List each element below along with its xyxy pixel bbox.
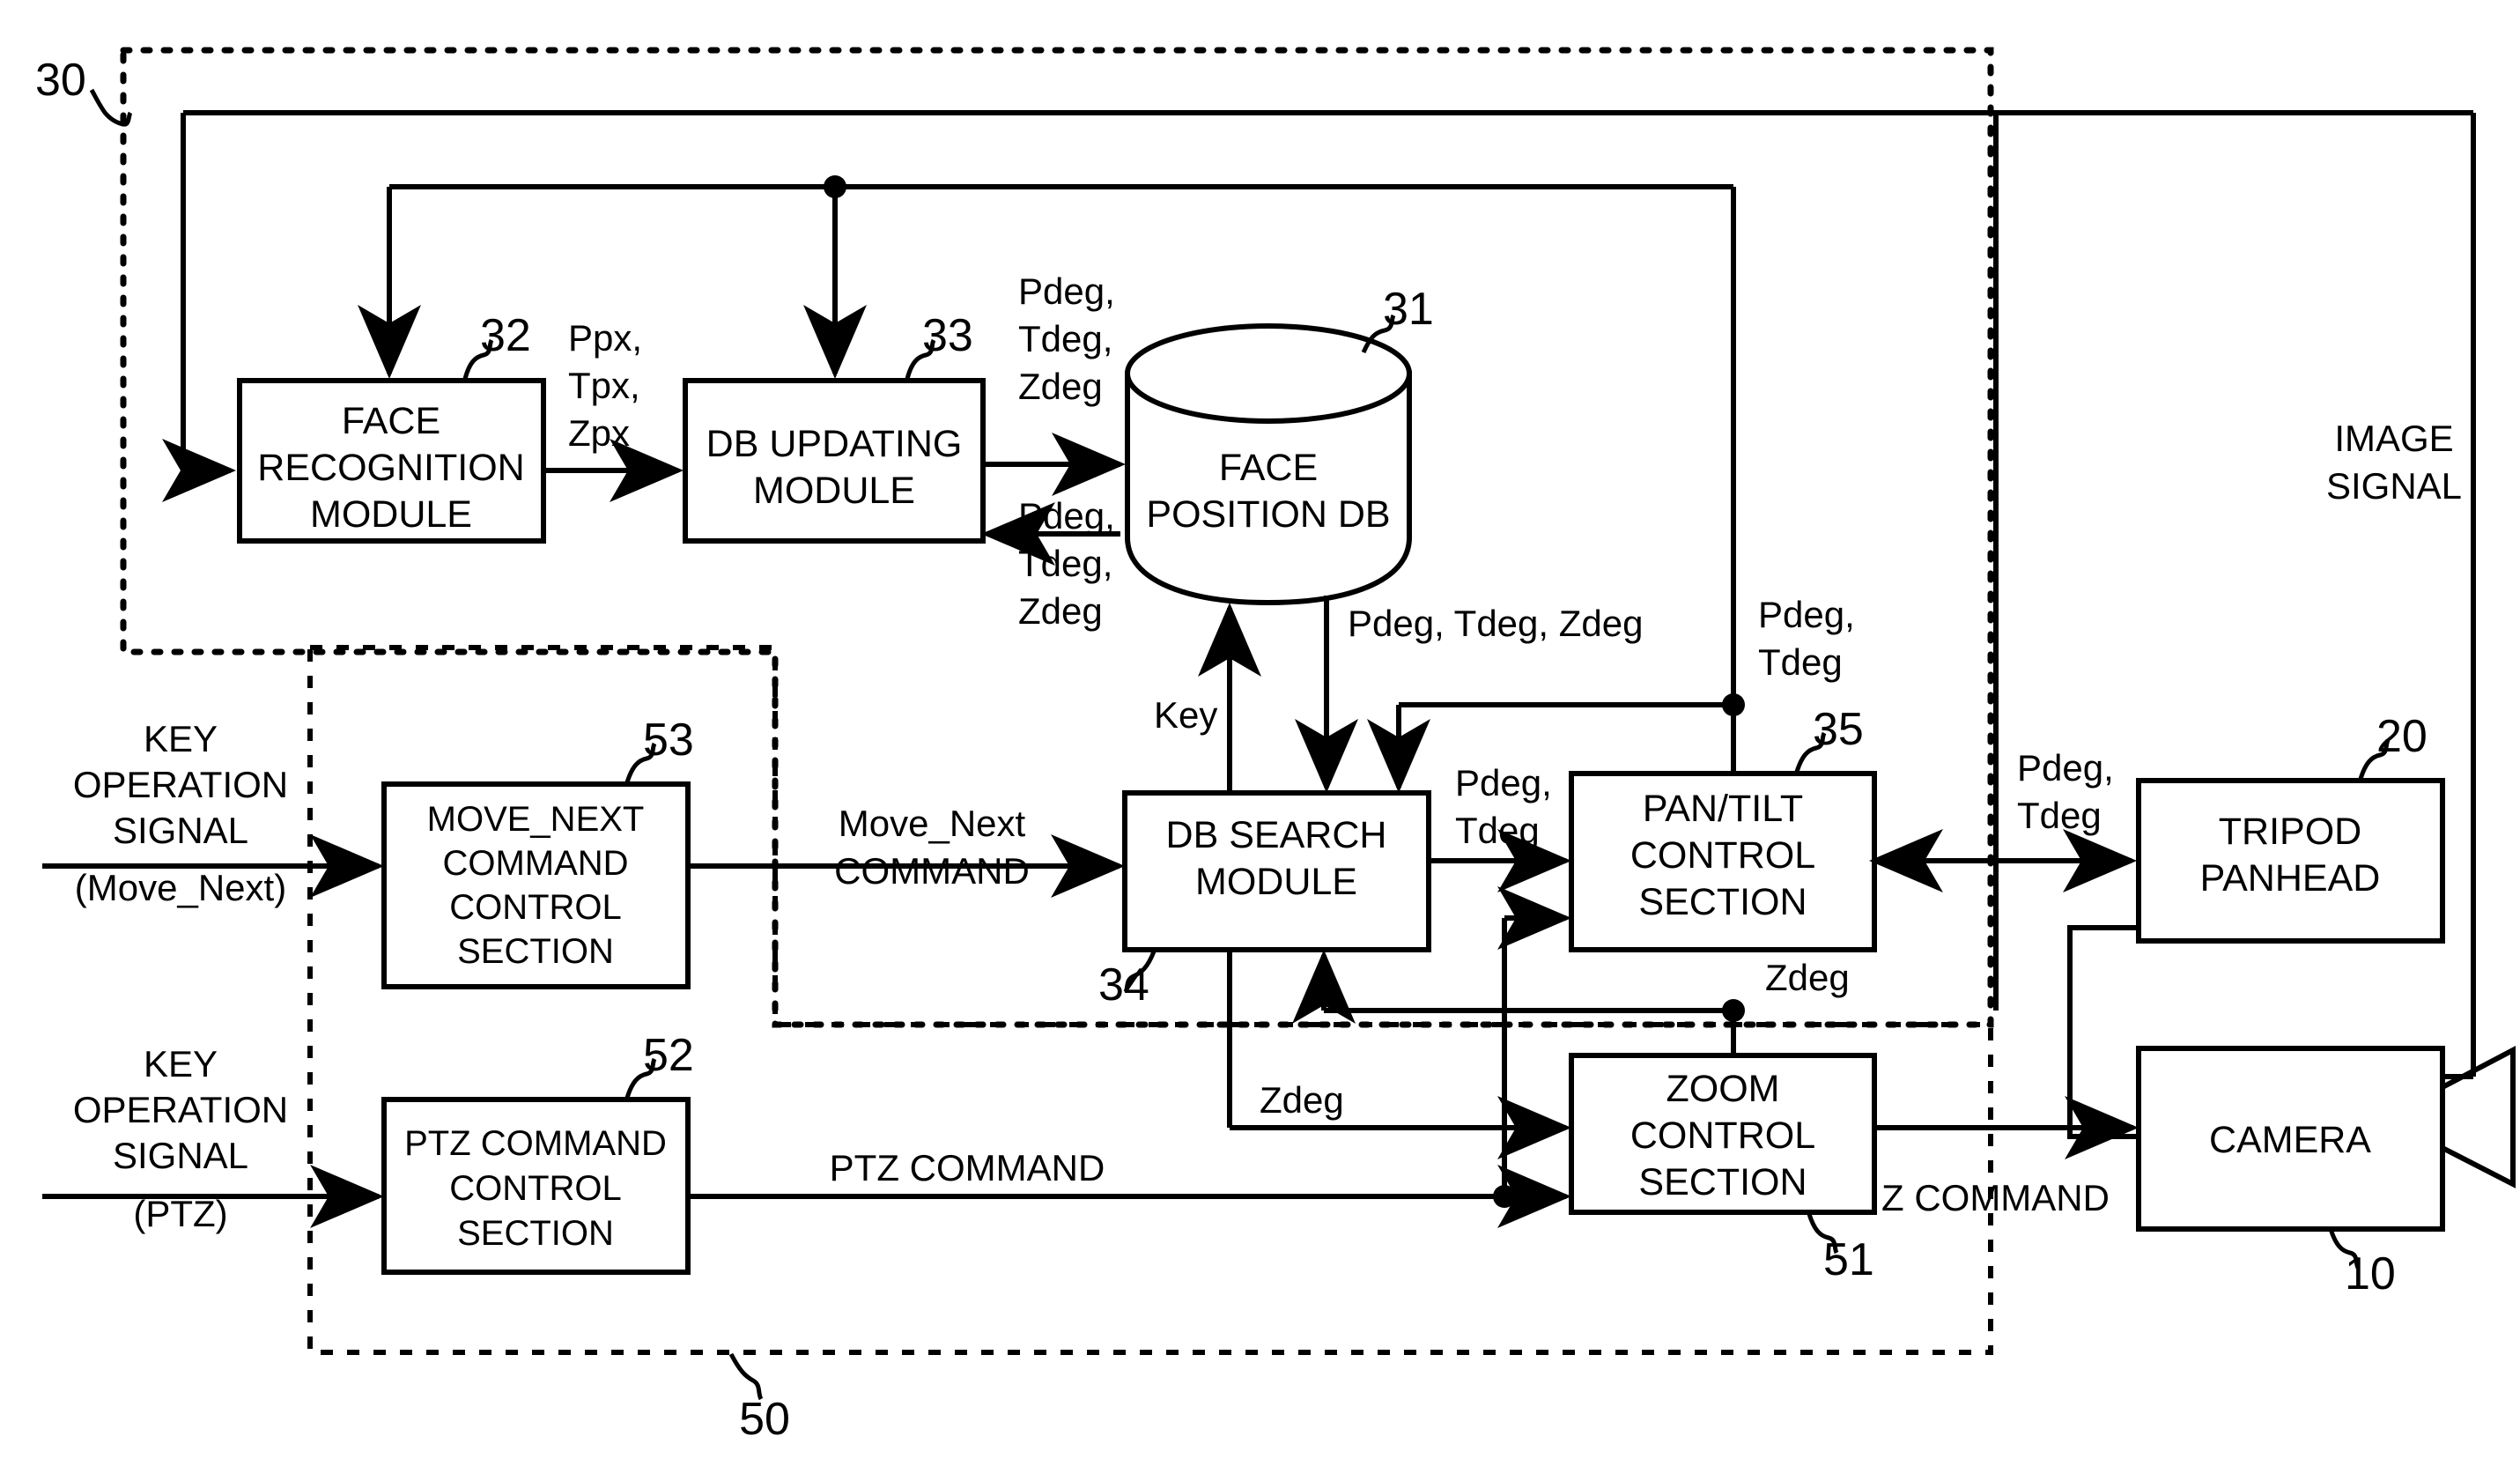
numeral-33: 33 [922, 310, 973, 361]
face-position-db-line2: POSITION DB [1146, 493, 1390, 536]
wire-ptz-to-pantilt [1497, 886, 1571, 1196]
pan-tilt-line1: PAN/TILT [1643, 788, 1803, 830]
db-updating-line2: MODULE [753, 470, 915, 512]
label-read-zdeg: Zdeg [1018, 590, 1103, 632]
numeral-30: 30 [35, 55, 86, 106]
face-recognition-line3: MODULE [310, 493, 472, 536]
key-op-ptz-line3: SIGNAL [113, 1135, 248, 1176]
label-image-signal-line2: SIGNAL [2326, 465, 2462, 507]
zoom-line3: SECTION [1638, 1161, 1807, 1203]
label-zdeg-left: Zdeg [1260, 1079, 1344, 1121]
label-tpx: Tpx, [568, 365, 640, 406]
numeral-52: 52 [643, 1030, 694, 1081]
numeral-31: 31 [1383, 284, 1434, 335]
ptz-line2: CONTROL [449, 1169, 622, 1208]
label-write-tdeg: Tdeg, [1018, 318, 1112, 359]
label-zdeg-right: Zdeg [1765, 957, 1850, 998]
move-next-line3: CONTROL [449, 888, 622, 927]
key-op-ptz-line2: OPERATION [73, 1089, 288, 1130]
zoom-line1: ZOOM [1666, 1068, 1780, 1110]
camera-label: CAMERA [2209, 1119, 2371, 1161]
db-search-line1: DB SEARCH [1166, 814, 1387, 856]
label-read-tdeg: Tdeg, [1018, 543, 1112, 584]
leader-50 [728, 1352, 764, 1401]
label-move-next-cmd-2: COMMAND [834, 850, 1030, 892]
label-ptz-command: PTZ COMMAND [830, 1147, 1105, 1188]
key-op-ptz-line1: KEY [144, 1043, 218, 1085]
face-position-db-line1: FACE [1219, 447, 1318, 489]
face-recognition-line1: FACE [342, 400, 440, 442]
move-next-line2: COMMAND [442, 844, 628, 883]
zoom-line2: CONTROL [1630, 1114, 1815, 1157]
tripod-line2: PANHEAD [2200, 857, 2381, 900]
numeral-34: 34 [1098, 959, 1149, 1011]
key-op-mn-line2: OPERATION [73, 764, 288, 805]
label-panhead-tdeg: Tdeg [2017, 795, 2102, 836]
camera-lens-icon [2441, 1046, 2516, 1188]
label-search-out-tdeg: Tdeg [1455, 810, 1540, 851]
numeral-10: 10 [2345, 1248, 2396, 1299]
label-zpx: Zpx [568, 412, 630, 454]
figure-canvas: 30 IMAGE SIGNAL FACE RECOGNITION MODULE … [0, 0, 2520, 1466]
wire-zdeg-to-dbsearch [1292, 950, 1745, 1024]
numeral-53: 53 [643, 714, 694, 766]
label-image-signal-line1: IMAGE [2334, 418, 2453, 459]
label-write-pdeg: Pdeg, [1018, 270, 1115, 312]
label-key: Key [1154, 694, 1217, 736]
wire-panhead-camera-link [2067, 925, 2139, 1139]
numeral-51: 51 [1823, 1234, 1874, 1285]
key-op-ptz-line4: (PTZ) [133, 1193, 227, 1234]
wire-pantilt-feedback-top [358, 175, 1736, 775]
db-search-line2: MODULE [1195, 861, 1357, 903]
numeral-32: 32 [480, 310, 531, 361]
numeral-20: 20 [2376, 711, 2428, 762]
key-op-mn-line4: (Move_Next) [75, 867, 286, 908]
ptz-line1: PTZ COMMAND [404, 1124, 667, 1163]
junction-dot-pantilt [1722, 693, 1745, 716]
label-z-command: Z COMMAND [1881, 1177, 2110, 1218]
label-move-next-cmd-1: Move_Next [839, 803, 1026, 844]
move-next-line1: MOVE_NEXT [427, 800, 645, 839]
tripod-line1: TRIPOD [2219, 811, 2361, 853]
label-pantilt-fb-tdeg: Tdeg [1758, 641, 1843, 683]
label-write-zdeg: Zdeg [1018, 366, 1103, 407]
ptz-line3: SECTION [457, 1214, 614, 1253]
wire-pantilt-panhead [1869, 113, 2137, 1011]
key-op-mn-line1: KEY [144, 718, 218, 759]
junction-dot-top [824, 175, 846, 198]
numeral-50: 50 [739, 1394, 790, 1445]
label-read-pdeg: Pdeg, [1018, 495, 1115, 537]
label-db-out: Pdeg, Tdeg, Zdeg [1348, 603, 1643, 644]
label-panhead-pdeg: Pdeg, [2017, 747, 2114, 789]
db-updating-line1: DB UPDATING [706, 423, 963, 465]
label-pantilt-fb-pdeg: Pdeg, [1758, 594, 1855, 635]
face-recognition-line2: RECOGNITION [257, 447, 524, 489]
label-search-out-pdeg: Pdeg, [1455, 762, 1552, 803]
numeral-35: 35 [1813, 704, 1864, 755]
label-ppx: Ppx, [568, 317, 642, 359]
pan-tilt-line3: SECTION [1638, 881, 1807, 923]
key-op-mn-line3: SIGNAL [113, 810, 248, 851]
move-next-line4: SECTION [457, 932, 614, 971]
patent-block-diagram: 30 IMAGE SIGNAL FACE RECOGNITION MODULE … [35, 47, 2516, 1445]
pan-tilt-line2: CONTROL [1630, 834, 1815, 877]
